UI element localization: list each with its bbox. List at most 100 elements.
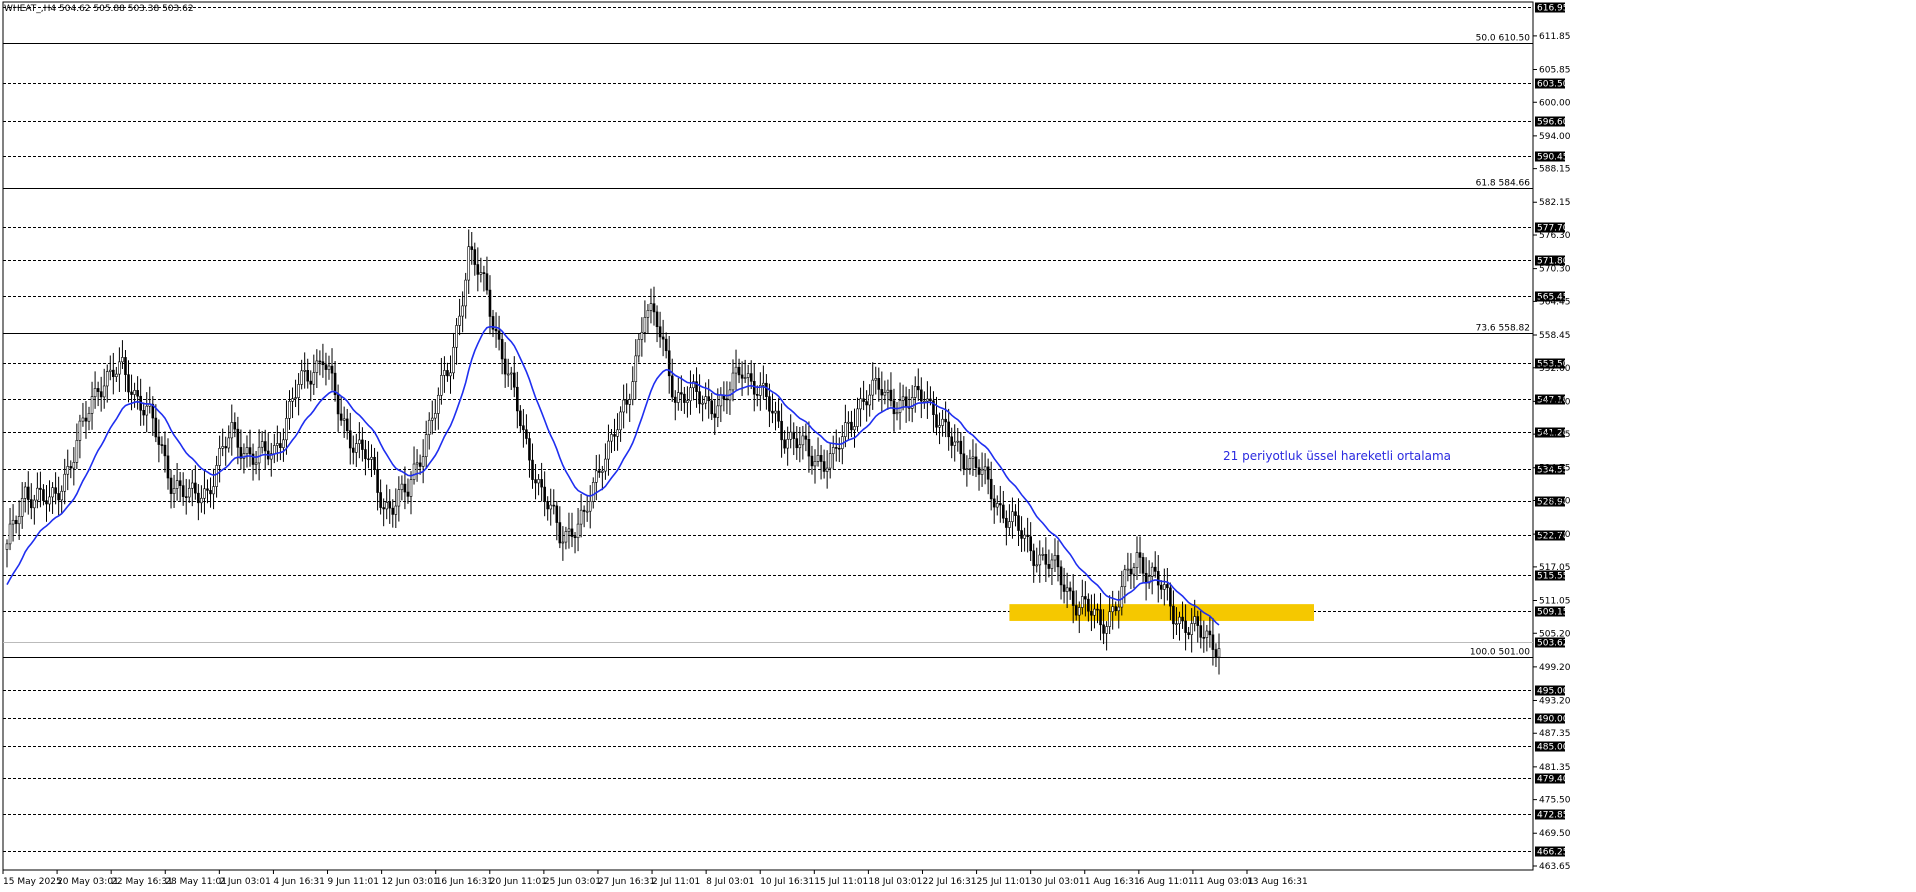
candle-body <box>437 394 440 414</box>
price-tick-label: 493.20 <box>1539 696 1571 706</box>
candle-body <box>1056 555 1060 568</box>
candle-body <box>133 390 136 395</box>
candle-body <box>938 425 941 428</box>
candle-body <box>248 447 252 455</box>
candle-body <box>561 541 565 544</box>
candle-body <box>479 272 483 275</box>
candle-body <box>989 478 993 500</box>
candle-body <box>1044 554 1048 565</box>
candle-body <box>1062 584 1066 592</box>
candle-body <box>367 458 370 461</box>
candle-body <box>1190 623 1193 635</box>
candle-body <box>980 469 984 475</box>
candle-body <box>613 434 616 437</box>
candle-body <box>977 467 981 475</box>
candle-body <box>956 440 960 443</box>
candle-body <box>72 462 76 469</box>
candle-body <box>1071 590 1075 606</box>
candle-body <box>640 332 644 340</box>
candle-body <box>719 394 723 407</box>
candle-body <box>30 499 33 509</box>
candle-body <box>616 429 619 437</box>
candle-body <box>549 504 553 510</box>
candle-body <box>895 412 899 415</box>
candle-body <box>801 435 805 446</box>
candle-body <box>619 411 622 431</box>
candle-body <box>500 339 504 360</box>
candle-body <box>795 438 799 449</box>
candle-body <box>154 417 158 438</box>
candle-body <box>260 441 264 448</box>
candle-body <box>87 413 91 422</box>
candle-body <box>376 469 379 493</box>
candle-body <box>971 456 975 459</box>
candle-body <box>227 437 231 449</box>
candle-body <box>300 370 303 385</box>
candle-body <box>473 249 477 265</box>
candle-body <box>1102 624 1105 634</box>
price-tick-label: 469.50 <box>1539 829 1571 839</box>
candle-body <box>48 496 51 505</box>
candle-body <box>752 381 756 395</box>
candle-body <box>81 417 85 422</box>
candle-body <box>342 418 346 421</box>
candle-body <box>880 389 884 396</box>
candle-body <box>503 358 507 375</box>
candle-body <box>1059 566 1063 586</box>
time-tick-label: 9 Jun 11:01 <box>328 877 379 887</box>
candle-body <box>1156 571 1160 586</box>
candle-body <box>309 380 313 385</box>
candle-body <box>658 326 662 338</box>
candle-body <box>78 420 82 441</box>
candle-body <box>838 447 841 450</box>
time-tick-label: 1 Aug 16:31 <box>1085 877 1140 887</box>
candle-body <box>497 330 501 340</box>
time-tick-label: 27 Jun 16:31 <box>598 877 655 887</box>
candle-body <box>1081 596 1084 608</box>
candle-body <box>434 413 437 419</box>
candle-body <box>576 523 580 539</box>
candle-body <box>807 439 811 457</box>
candle-body <box>661 336 665 340</box>
candle-body <box>424 434 428 458</box>
candle-body <box>974 456 978 468</box>
candle-body <box>1117 606 1121 612</box>
candle-body <box>740 374 744 379</box>
candle-body <box>1178 616 1181 624</box>
time-tick-label: 28 May 11:01 <box>165 877 227 887</box>
price-tick-label: 582.15 <box>1539 198 1571 208</box>
candle-body <box>412 463 416 480</box>
candle-body <box>355 443 358 453</box>
candle-body <box>1041 554 1045 556</box>
candle-body <box>1032 550 1036 566</box>
time-tick-label: 25 Jun 03:01 <box>544 877 601 887</box>
candle-body <box>506 373 510 376</box>
time-tick-label: 18 Jul 03:01 <box>868 877 922 887</box>
candle-body <box>710 400 714 415</box>
candle-body <box>1108 611 1111 627</box>
candle-body <box>871 379 875 396</box>
candle-body <box>768 396 771 412</box>
candle-body <box>351 447 355 453</box>
candle-body <box>588 501 592 512</box>
level-label: 515.55 <box>1537 572 1569 582</box>
candle-body <box>734 366 738 374</box>
candle-body <box>406 491 410 497</box>
candle-body <box>105 371 109 387</box>
candle-body <box>93 388 97 398</box>
candle-body <box>944 418 947 423</box>
candle-body <box>467 246 471 281</box>
candle-body <box>443 370 446 376</box>
candle-body <box>892 400 896 415</box>
candle-body <box>591 481 595 502</box>
candle-body <box>598 470 601 473</box>
candle-body <box>652 303 656 313</box>
candle-body <box>115 373 118 377</box>
candle-body <box>995 503 999 508</box>
candle-body <box>1181 616 1184 622</box>
candle-body <box>118 361 121 375</box>
candle-body <box>181 485 185 497</box>
candle-body <box>522 425 525 431</box>
candle-body <box>315 360 319 373</box>
price-tick-label: 522.90 <box>1539 530 1571 540</box>
